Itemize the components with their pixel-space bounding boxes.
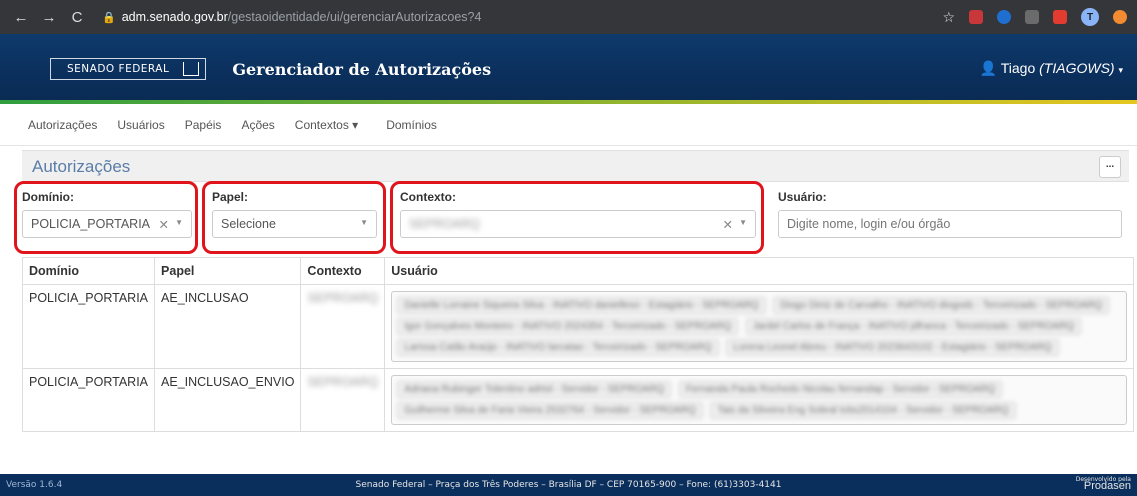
youtube-extension-icon[interactable]: [1053, 10, 1067, 24]
app-title: Gerenciador de Autorizações: [232, 59, 492, 79]
authorizations-table: Domínio Papel Contexto Usuário POLICIA_P…: [21, 257, 1135, 432]
nav-papeis[interactable]: Papéis: [185, 118, 222, 132]
logo-text: SENADO FEDERAL: [67, 63, 170, 75]
cell-contexto: SEPROARQ: [300, 368, 386, 432]
user-chip[interactable]: Igor Gonçalves Monteiro - INATIVO 202435…: [397, 318, 739, 335]
profile-avatar[interactable]: T: [1081, 8, 1099, 26]
url-path: /gestaoidentidade/ui/gerenciarAutorizaco…: [227, 10, 482, 24]
highlight-contexto: [390, 181, 764, 254]
main-nav: Autorizações Usuários Papéis Ações Conte…: [0, 104, 1137, 146]
extension-icon[interactable]: [997, 10, 1011, 24]
user-chip[interactable]: Adriana Rubinger Tolentino adrtol - Serv…: [397, 381, 672, 398]
nav-dominios[interactable]: Domínios: [386, 118, 437, 132]
nav-usuarios[interactable]: Usuários: [117, 118, 164, 132]
prodasen-logo: Desenvolvido pela Prodasen: [1076, 476, 1131, 492]
cell-papel: AE_INCLUSAO: [154, 284, 302, 369]
cell-papel: AE_INCLUSAO_ENVIO: [154, 368, 302, 432]
user-chip[interactable]: Tais da Silveira Eng Sobral tcbs2014104 …: [710, 402, 1016, 419]
dev-name-text: Prodasen: [1083, 480, 1131, 492]
col-dominio: Domínio: [21, 257, 156, 285]
forward-arrow-icon[interactable]: →: [38, 9, 60, 26]
user-chip[interactable]: Diogo Diniz de Carvalho - INATIVO diogod…: [773, 297, 1110, 314]
back-arrow-icon[interactable]: ←: [10, 9, 32, 26]
browser-toolbar: ← → C 🔒 adm.senado.gov.br/gestaoidentida…: [0, 0, 1137, 34]
user-chip[interactable]: Lorena Leonel Abreu - INATIVO 2023643102…: [726, 339, 1059, 356]
nav-contextos[interactable]: Contextos ▾: [295, 118, 358, 132]
address-bar[interactable]: adm.senado.gov.br/gestaoidentidade/ui/ge…: [122, 10, 943, 24]
lock-icon: 🔒: [102, 11, 116, 24]
nav-autorizacoes[interactable]: Autorizações: [28, 118, 97, 132]
user-chip[interactable]: Jardel Carlos de França - INATIVO jdfran…: [745, 318, 1082, 335]
user-chip[interactable]: Guilherme Silva de Faria Vieira 2532764 …: [397, 402, 703, 419]
page-footer: Versão 1.6.4 Senado Federal – Praça dos …: [0, 474, 1137, 496]
table-row: POLICIA_PORTARIA AE_INCLUSAO_ENVIO SEPRO…: [21, 368, 1135, 432]
highlight-dominio: [14, 181, 198, 254]
nav-acoes[interactable]: Ações: [241, 118, 274, 132]
panel-heading: Autorizações ...: [22, 150, 1129, 182]
col-papel: Papel: [154, 257, 302, 285]
table-header-row: Domínio Papel Contexto Usuário: [21, 257, 1135, 285]
caret-down-icon: ▾: [1118, 65, 1123, 75]
cell-usuarios: Danielle Lorraine Siqueira Silva - INATI…: [384, 284, 1135, 369]
col-usuario: Usuário: [384, 257, 1135, 285]
user-menu[interactable]: 👤 Tiago (TIAGOWS) ▾: [980, 60, 1123, 77]
url-host: adm.senado.gov.br: [121, 10, 228, 24]
senado-logo[interactable]: SENADO FEDERAL: [50, 58, 207, 80]
contexto-text: SEPROARQ: [307, 375, 379, 389]
extension-icons: ☆ T: [942, 8, 1127, 26]
user-chips-box[interactable]: Danielle Lorraine Siqueira Silva - INATI…: [391, 291, 1128, 362]
panel-title: Autorizações: [32, 157, 131, 176]
update-icon[interactable]: [1113, 10, 1127, 24]
panel-menu-button[interactable]: ...: [1099, 156, 1121, 178]
cell-usuarios: Adriana Rubinger Tolentino adrtol - Serv…: [384, 368, 1135, 432]
cell-dominio: POLICIA_PORTARIA: [21, 368, 156, 432]
usuario-search-input[interactable]: [778, 210, 1122, 238]
table-row: POLICIA_PORTARIA AE_INCLUSAO SEPROARQ Da…: [21, 284, 1135, 369]
filter-usuario: Usuário:: [778, 184, 1122, 238]
logo-mark-icon: [183, 62, 200, 76]
user-chip[interactable]: Fernanda Paula Rochedo Nicolau fernandap…: [678, 381, 1003, 398]
pdf-extension-icon[interactable]: [969, 10, 983, 24]
bookmark-star-icon[interactable]: ☆: [942, 9, 955, 26]
footer-address: Senado Federal – Praça dos Três Poderes …: [355, 480, 782, 490]
user-name: Tiago: [1000, 60, 1036, 76]
contexto-text: SEPROARQ: [307, 291, 379, 305]
user-chips-box[interactable]: Adriana Rubinger Tolentino adrtol - Serv…: [391, 375, 1128, 425]
filter-usuario-label: Usuário:: [778, 190, 827, 204]
user-icon: 👤: [979, 60, 998, 76]
user-chip[interactable]: Larissa Catão Araújo - INATIVO larcatao …: [397, 339, 719, 356]
reload-icon[interactable]: C: [66, 9, 88, 26]
cell-dominio: POLICIA_PORTARIA: [21, 284, 156, 369]
highlight-papel: [202, 181, 386, 254]
user-login: (TIAGOWS): [1039, 60, 1115, 76]
user-chip[interactable]: Danielle Lorraine Siqueira Silva - INATI…: [397, 297, 766, 314]
app-header: SENADO FEDERAL Gerenciador de Autorizaçõ…: [0, 34, 1137, 104]
cell-contexto: SEPROARQ: [300, 284, 386, 369]
extension-icon[interactable]: [1025, 10, 1039, 24]
col-contexto: Contexto: [300, 257, 386, 285]
